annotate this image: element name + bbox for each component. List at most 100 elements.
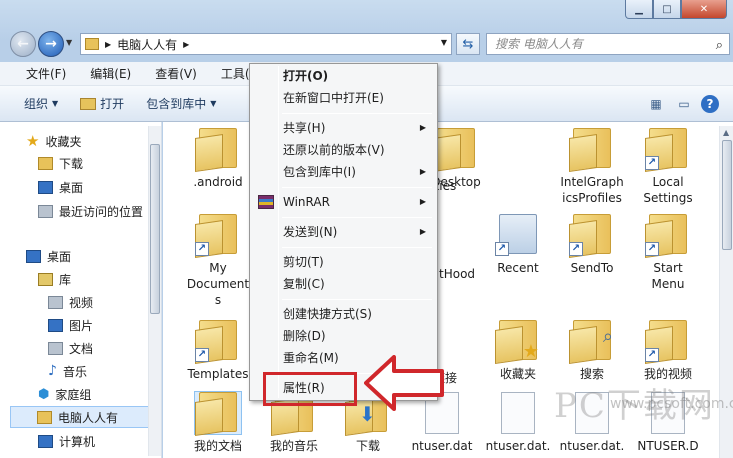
folder-label: Start Menu <box>651 261 685 291</box>
organize-button[interactable]: 组织 ▼ <box>24 95 58 112</box>
folder-icon <box>195 128 241 172</box>
submenu-arrow-icon: ▶ <box>419 197 426 206</box>
nav-pane-scrollbar[interactable] <box>148 126 161 456</box>
nav-pictures-label: 图片 <box>69 318 94 333</box>
folder-label: 下载 <box>355 439 380 453</box>
nav-libraries[interactable]: 库 <box>38 268 71 290</box>
folder-nethood-label[interactable]: tHood <box>439 266 475 282</box>
menu-separator <box>282 113 432 114</box>
nav-computer[interactable]: 计算机 <box>38 430 95 452</box>
nav-downloads[interactable]: 下载 <box>38 152 83 174</box>
menu-view[interactable]: 查看(V) <box>143 65 209 82</box>
computer-icon <box>38 434 53 448</box>
refresh-button[interactable]: ⇆ <box>456 33 480 55</box>
menu-item-send-to[interactable]: 发送到(N) ▶ <box>253 221 434 243</box>
menu-item-copy[interactable]: 复制(C) <box>253 273 434 295</box>
folder-my-videos[interactable]: ↗ 我的视频 <box>629 320 707 382</box>
content-scroll-thumb[interactable] <box>722 140 732 250</box>
desktop-icon <box>26 249 41 263</box>
folder-label: 我的文档 <box>193 439 242 453</box>
open-button[interactable]: 打开 <box>80 95 124 112</box>
nav-downloads-label: 下载 <box>59 156 84 171</box>
nav-favorites[interactable]: ★ 收藏夹 <box>26 130 81 152</box>
menu-item-open-new-window[interactable]: 在新窗口中打开(E) <box>253 87 434 109</box>
forward-arrow-icon: → <box>45 36 57 52</box>
recent-pages-dropdown[interactable]: ▼ <box>66 38 72 47</box>
back-button[interactable]: ← <box>10 31 36 57</box>
search-input[interactable]: 搜索 电脑人人有 ⌕ <box>486 33 730 55</box>
shortcut-arrow-icon: ↗ <box>569 242 583 256</box>
nav-documents[interactable]: 文档 <box>48 337 93 359</box>
nav-homegroup[interactable]: ⬢ 家庭组 <box>38 383 91 405</box>
search-icon[interactable]: ⌕ <box>716 36 723 56</box>
folder-start-menu[interactable]: ↗ Start Menu <box>629 214 707 292</box>
properties-highlight-box <box>263 372 357 406</box>
menu-item-restore-versions[interactable]: 还原以前的版本(V) <box>253 139 434 161</box>
nav-videos[interactable]: 视频 <box>48 291 93 313</box>
close-button[interactable]: ✕ <box>681 0 727 19</box>
file-label: ntuser.dat. <box>559 439 625 453</box>
folder-icon: ↗ <box>645 214 691 258</box>
menu-separator <box>282 247 432 248</box>
shortcut-arrow-icon: ↗ <box>495 242 509 256</box>
nav-documents-label: 文档 <box>69 341 94 356</box>
folder-recent[interactable]: ↗ Recent <box>479 214 557 276</box>
breadcrumb-user[interactable]: 电脑人人有 <box>117 36 177 53</box>
folder-intelgraphicsprofiles[interactable]: IntelGraph icsProfiles <box>553 128 631 206</box>
maximize-button[interactable]: □ <box>653 0 681 19</box>
nav-desktop[interactable]: 桌面 <box>26 245 71 267</box>
menu-item-include-library[interactable]: 包含到库中(I) ▶ <box>253 161 434 183</box>
preview-pane-button[interactable]: ▭ <box>673 94 695 114</box>
folder-favorites[interactable]: ★ 收藏夹 <box>479 320 557 382</box>
search-placeholder: 搜索 电脑人人有 <box>495 37 583 51</box>
nav-user-folder[interactable]: 电脑人人有 <box>10 406 160 428</box>
folder-mydocuments-selected[interactable]: 我的文档 <box>179 391 257 454</box>
include-library-button[interactable]: 包含到库中 ▼ <box>146 95 216 112</box>
include-library-label: 包含到库中 <box>146 97 207 111</box>
user-folder-icon <box>37 410 52 424</box>
nav-pictures[interactable]: 图片 <box>48 314 93 336</box>
folder-icon <box>194 391 242 436</box>
minimize-button[interactable]: ▁ <box>625 0 653 19</box>
menu-item-cut[interactable]: 剪切(T) <box>253 251 434 273</box>
nav-music[interactable]: ♪ 音乐 <box>48 360 87 382</box>
organize-label: 组织 <box>24 97 49 111</box>
folder-icon: ⌕ <box>569 320 615 364</box>
view-options-button[interactable]: ▦ <box>645 94 667 114</box>
nav-scroll-thumb[interactable] <box>150 144 160 314</box>
menu-edit[interactable]: 编辑(E) <box>78 65 143 82</box>
file-ntuser-dat-log1[interactable]: ntuser.dat. <box>479 392 557 454</box>
menu-item-create-shortcut[interactable]: 创建快捷方式(S) <box>253 303 434 325</box>
chevron-down-icon: ▼ <box>52 99 59 108</box>
menu-item-delete[interactable]: 删除(D) <box>253 325 434 347</box>
nav-desktop-favorite[interactable]: 桌面 <box>38 176 83 198</box>
folder-icon: ↗ <box>645 128 691 172</box>
menu-item-winrar[interactable]: WinRAR ▶ <box>253 191 434 213</box>
shortcut-arrow-icon: ↗ <box>645 348 659 362</box>
folder-templates[interactable]: ↗ Templates <box>179 320 257 382</box>
folder-searches[interactable]: ⌕ 搜索 <box>553 320 631 382</box>
help-icon[interactable]: ? <box>701 95 719 113</box>
folder-android[interactable]: .android <box>179 128 257 190</box>
scroll-up-icon[interactable]: ▲ <box>723 128 729 137</box>
folder-sendto[interactable]: ↗ SendTo <box>553 214 631 276</box>
menu-item-open[interactable]: 打开(O) <box>253 65 434 87</box>
address-bar[interactable]: ▶ 电脑人人有 ▶ ▼ <box>80 33 452 55</box>
menu-item-share[interactable]: 共享(H) ▶ <box>253 117 434 139</box>
address-dropdown-icon[interactable]: ▼ <box>441 38 447 47</box>
chevron-down-icon: ▼ <box>66 38 73 47</box>
folder-icon <box>569 128 615 172</box>
nav-desktop-label: 桌面 <box>47 249 72 264</box>
menu-file[interactable]: 文件(F) <box>14 65 78 82</box>
magnifier-icon: ⌕ <box>602 326 613 347</box>
folder-local-settings[interactable]: ↗ Local Settings <box>629 128 707 206</box>
menu-separator <box>282 217 432 218</box>
nav-recent-places[interactable]: 最近访问的位置 <box>38 200 143 222</box>
folder-my-documents[interactable]: ↗ My Document s <box>179 214 257 308</box>
music-note-icon: ♪ <box>48 363 57 379</box>
menu-item-winrar-label: WinRAR <box>283 195 330 209</box>
back-arrow-icon: ← <box>17 36 29 52</box>
forward-button[interactable]: → <box>38 31 64 57</box>
star-icon: ★ <box>522 341 539 362</box>
library-icon <box>38 272 53 286</box>
